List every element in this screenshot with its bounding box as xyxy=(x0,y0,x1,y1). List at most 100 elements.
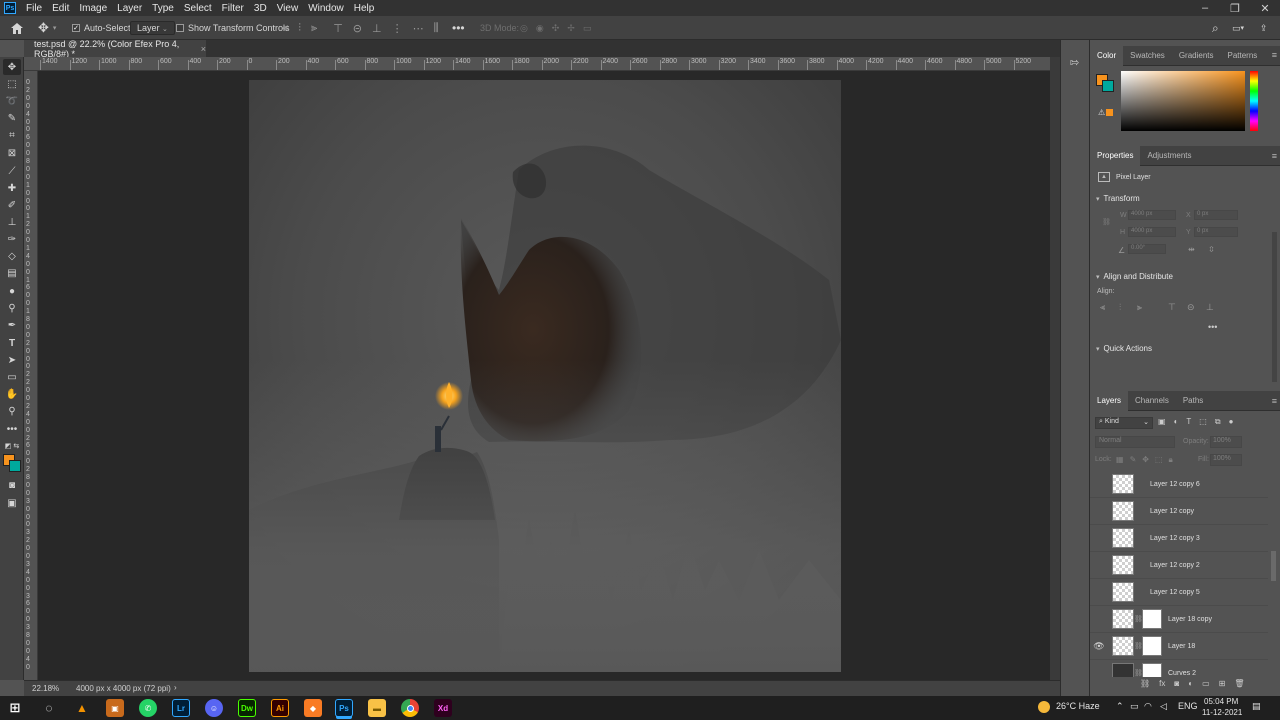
mask-link-icon[interactable]: ⛓ xyxy=(1134,615,1143,623)
layer-style-icon[interactable]: fx xyxy=(1159,679,1165,688)
color-picker-field[interactable] xyxy=(1121,71,1245,131)
notifications-icon[interactable]: ▤ xyxy=(1252,701,1261,712)
gamut-swatch[interactable] xyxy=(1106,109,1113,116)
tray-chevron-icon[interactable]: ⌃ xyxy=(1116,701,1124,712)
xd-icon[interactable]: Xd xyxy=(434,699,452,717)
transform-section-header[interactable]: ▾ Transform xyxy=(1096,194,1140,203)
quick-actions-header[interactable]: ▾ Quick Actions xyxy=(1096,344,1152,353)
app-orange-icon[interactable]: ◆ xyxy=(304,699,322,717)
close-window-icon[interactable]: ✕ xyxy=(1250,0,1280,16)
quick-select-tool-icon[interactable]: ✎ xyxy=(3,110,21,126)
marquee-tool-icon[interactable]: ⬚ xyxy=(3,76,21,92)
menu-window[interactable]: Window xyxy=(304,3,350,14)
search-icon[interactable]: ⌕ xyxy=(1212,20,1219,36)
default-colors-icon[interactable]: ◩ ⇆ xyxy=(3,438,21,454)
align-horizontal-centers-icon[interactable]: ⫶ xyxy=(1119,302,1121,313)
filter-shape-icon[interactable]: ⬚ xyxy=(1199,417,1207,427)
lock-all-icon[interactable]: 🔒︎ xyxy=(1169,455,1173,465)
screen-mode-icon[interactable]: ▣ xyxy=(3,495,21,511)
align-right-edges-icon[interactable]: ⫸ xyxy=(1137,302,1142,313)
rectangle-tool-icon[interactable]: ▭ xyxy=(3,369,21,385)
home-icon[interactable] xyxy=(10,20,24,36)
layer-mask-thumbnail[interactable] xyxy=(1142,663,1162,677)
app-icon[interactable]: ▣ xyxy=(106,699,124,717)
minimize-icon[interactable]: – xyxy=(1190,0,1220,16)
new-group-icon[interactable]: ▭ xyxy=(1202,679,1210,688)
angle-field[interactable]: 0.00° xyxy=(1128,244,1166,254)
eye-icon[interactable]: 👁︎ xyxy=(1090,641,1108,652)
height-field[interactable]: 4000 px xyxy=(1128,227,1176,237)
menu-select[interactable]: Select xyxy=(180,3,218,14)
frame-tool-icon[interactable]: ⊠ xyxy=(3,145,21,161)
camera-3d-icon[interactable]: ▭ xyxy=(583,23,592,34)
align-top-edges-icon[interactable]: ⊤ xyxy=(1168,302,1176,313)
auto-select-target-dropdown[interactable]: Layer ⌄ xyxy=(130,20,175,36)
align-left-icon[interactable]: ⫷ xyxy=(282,22,288,35)
pen-tool-icon[interactable]: ✒ xyxy=(3,317,21,333)
link-layers-icon[interactable]: ⛓ xyxy=(1140,679,1150,688)
gradient-tool-icon[interactable]: ▤ xyxy=(3,265,21,281)
panel-menu-icon[interactable]: ≡ xyxy=(1272,151,1277,161)
align-right-icon[interactable]: ⫸ xyxy=(311,22,317,35)
clock-time[interactable]: 05:04 PM xyxy=(1204,697,1238,706)
workspace-icon[interactable]: ▭ ▾ xyxy=(1232,20,1244,36)
quick-mask-icon[interactable]: ◙ xyxy=(3,477,21,493)
clone-stamp-icon[interactable]: ⊥ xyxy=(3,214,21,230)
hue-slider[interactable] xyxy=(1250,71,1258,131)
link-dimensions-icon[interactable]: ⛓ xyxy=(1102,218,1111,226)
properties-scrollbar[interactable] xyxy=(1272,232,1277,382)
align-top-icon[interactable]: ⊤ xyxy=(333,22,343,35)
distribute-icon[interactable]: ⋮ xyxy=(392,22,403,35)
lock-artboard-icon[interactable]: ⬚ xyxy=(1155,455,1163,465)
align-left-edges-icon[interactable]: ⫷ xyxy=(1100,302,1105,313)
layer-row[interactable]: Layer 12 copy 3 xyxy=(1090,525,1268,552)
filter-toggle-icon[interactable]: ● xyxy=(1229,417,1234,427)
layer-row[interactable]: Layer 12 copy 5 xyxy=(1090,579,1268,606)
filter-pixel-icon[interactable]: ▣ xyxy=(1158,417,1166,427)
menu-file[interactable]: File xyxy=(22,3,48,14)
x-field[interactable]: 0 px xyxy=(1194,210,1238,220)
menu-help[interactable]: Help xyxy=(350,3,381,14)
layer-mask-thumbnail[interactable] xyxy=(1142,636,1162,656)
tab-channels[interactable]: Channels xyxy=(1128,391,1176,411)
tab-swatches[interactable]: Swatches xyxy=(1123,46,1172,66)
lasso-tool-icon[interactable]: ➰ xyxy=(3,93,21,109)
background-color-swatch[interactable] xyxy=(9,460,21,472)
filter-type-icon[interactable]: T xyxy=(1186,417,1191,427)
blend-mode-dropdown[interactable]: Normal xyxy=(1095,436,1175,448)
discord-icon[interactable]: ☺ xyxy=(205,699,223,717)
distribute-2-icon[interactable]: ⋯ xyxy=(413,22,424,35)
lightroom-icon[interactable]: Lr xyxy=(172,699,190,717)
layer-filter-kind-dropdown[interactable]: ⌕ Kind ⌄ xyxy=(1095,417,1153,429)
status-menu-arrow-icon[interactable]: › xyxy=(174,683,177,692)
clock-date[interactable]: 11-12-2021 xyxy=(1202,708,1242,717)
mask-link-icon[interactable]: ⛓ xyxy=(1134,642,1143,650)
menu-edit[interactable]: Edit xyxy=(48,3,75,14)
flip-vertical-icon[interactable]: ⇳ xyxy=(1208,245,1215,254)
delete-layer-icon[interactable]: 🗑︎ xyxy=(1234,679,1244,688)
tab-layers[interactable]: Layers xyxy=(1090,390,1129,411)
layer-row[interactable]: ⛓ Curves 2 xyxy=(1090,660,1268,677)
layer-row[interactable]: Layer 12 copy 2 xyxy=(1090,552,1268,579)
panel-menu-icon[interactable]: ≡ xyxy=(1272,50,1277,60)
language-indicator[interactable]: ENG xyxy=(1178,701,1198,711)
zoom-level[interactable]: 22.18% xyxy=(32,684,59,693)
tab-adjustments[interactable]: Adjustments xyxy=(1140,146,1198,166)
close-tab-icon[interactable]: × xyxy=(201,44,206,54)
blur-tool-icon[interactable]: ● xyxy=(3,283,21,299)
chrome-icon[interactable] xyxy=(401,699,419,717)
layer-mask-thumbnail[interactable] xyxy=(1142,609,1162,629)
vlc-icon[interactable]: ▲ xyxy=(73,699,91,717)
menu-3d[interactable]: 3D xyxy=(250,3,273,14)
lock-image-icon[interactable]: ✎ xyxy=(1130,455,1137,465)
new-adjustment-icon[interactable]: ◐ xyxy=(1188,679,1193,688)
illustrator-icon[interactable]: Ai xyxy=(271,699,289,717)
y-field[interactable]: 0 px xyxy=(1194,227,1238,237)
show-transform-checkbox[interactable]: Show Transform Controls xyxy=(176,20,290,36)
add-mask-icon[interactable]: ◙ xyxy=(1174,679,1179,688)
tab-properties[interactable]: Properties xyxy=(1090,145,1141,166)
new-layer-icon[interactable]: ⊞ xyxy=(1219,679,1226,688)
lock-transparent-icon[interactable]: ▦ xyxy=(1116,455,1124,465)
align-vcenter-icon[interactable]: ⊝ xyxy=(353,22,362,35)
document-tab[interactable]: test.psd @ 22.2% (Color Efex Pro 4, RGB/… xyxy=(24,39,206,59)
